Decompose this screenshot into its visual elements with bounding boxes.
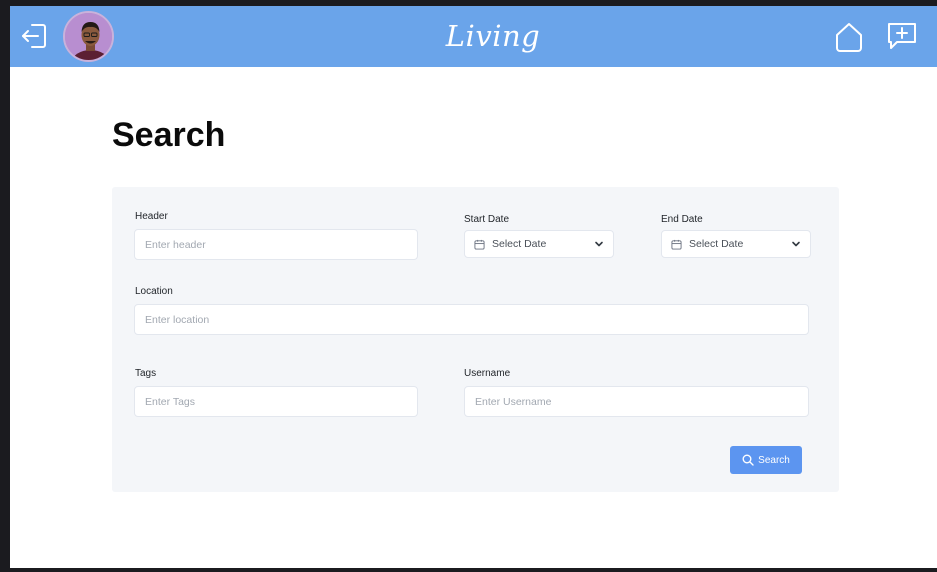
top-navigation-bar: Living Memories (10, 6, 937, 97)
location-input[interactable] (134, 304, 809, 335)
chevron-down-icon (595, 241, 603, 247)
page-title: Search (112, 116, 226, 154)
header-input[interactable] (134, 229, 418, 260)
tags-label: Tags (135, 368, 157, 379)
end-date-value: Select Date (689, 238, 744, 250)
end-date-select[interactable]: Select Date (661, 230, 811, 258)
tags-input[interactable] (134, 386, 418, 417)
logout-icon (22, 24, 46, 48)
end-date-label: End Date (661, 214, 703, 225)
avatar-image (65, 13, 112, 60)
brand-logo-title: Living Memories (417, 19, 569, 97)
start-date-value: Select Date (492, 238, 547, 250)
logout-button[interactable] (16, 18, 52, 54)
search-button[interactable]: Search (730, 446, 802, 474)
location-label: Location (135, 286, 173, 297)
search-form-panel: Header Start Date Select Date End Date (112, 187, 839, 492)
home-button[interactable] (830, 19, 868, 55)
home-icon (836, 23, 862, 52)
app-window: Living Memories Search Header Start Date (10, 6, 937, 568)
new-post-button[interactable] (882, 17, 922, 55)
calendar-icon (671, 239, 682, 250)
username-input[interactable] (464, 386, 809, 417)
avatar[interactable] (63, 11, 114, 62)
search-button-label: Search (758, 454, 790, 466)
start-date-select[interactable]: Select Date (464, 230, 614, 258)
chevron-down-icon (792, 241, 800, 247)
start-date-label: Start Date (464, 214, 510, 225)
search-icon (742, 454, 754, 466)
header-label: Header (135, 211, 168, 222)
calendar-icon (474, 239, 485, 250)
new-post-icon (888, 23, 916, 49)
username-label: Username (464, 368, 511, 379)
